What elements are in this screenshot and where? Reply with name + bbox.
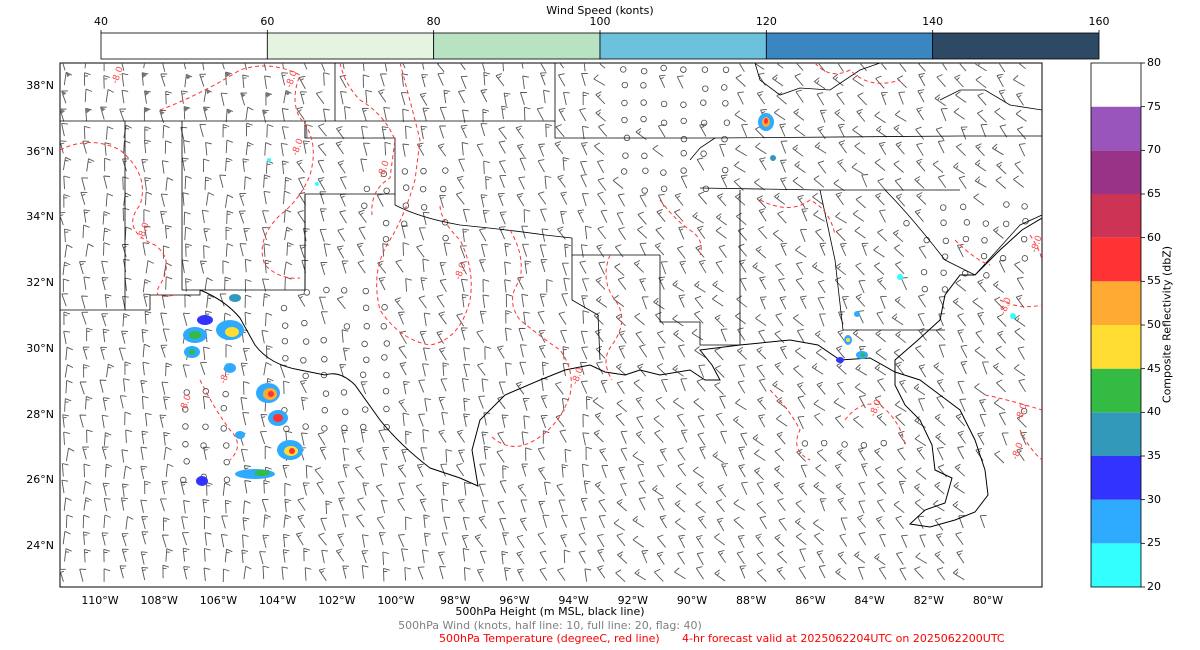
reflectivity-colorbar-segment: [1091, 106, 1141, 151]
reflectivity-colorbar-tick-label: 40: [1147, 405, 1161, 419]
reflectivity-colorbar-segment: [1091, 194, 1141, 238]
reflectivity-colorbar-tick-label: 20: [1147, 580, 1161, 593]
reflectivity-colorbar-segment: [1091, 281, 1141, 325]
reflectivity-colorbar-tick-label: 50: [1147, 318, 1161, 331]
temperature-label: 500hPa Temperature (degreeC, red line): [439, 632, 660, 645]
reflectivity-colorbar-tick-label: 70: [1147, 143, 1161, 157]
reflectivity-colorbar-tick-label: 30: [1147, 492, 1161, 506]
reflectivity-colorbar-tick-label: 35: [1147, 449, 1161, 462]
reflectivity-colorbar-tick-label: 45: [1147, 361, 1161, 375]
wind-label: 500hPa Wind (knots, half line: 10, full …: [398, 619, 702, 632]
reflectivity-colorbar-tick-label: 75: [1147, 99, 1161, 113]
reflectivity-colorbar-tick-label: 80: [1147, 56, 1161, 69]
reflectivity-colorbar-segment: [1091, 368, 1141, 413]
height-label: 500hPa Height (m MSL, black line): [455, 605, 645, 618]
reflectivity-colorbar-tick-label: 65: [1147, 187, 1161, 200]
reflectivity-colorbar-segment: [1091, 237, 1141, 282]
reflectivity-colorbar-segment: [1091, 325, 1141, 369]
reflectivity-colorbar-tick-label: 55: [1147, 274, 1161, 288]
forecast-label: 4-hr forecast valid at 2025062204UTC on …: [682, 632, 1005, 645]
reflectivity-colorbar-title: Composite Reflectivity (dbZ): [1160, 245, 1174, 404]
reflectivity-colorbar-tick-label: 25: [1147, 536, 1161, 550]
reflectivity-colorbar: [1090, 62, 1145, 588]
reflectivity-colorbar-segment: [1091, 150, 1141, 194]
reflectivity-colorbar-tick-label: 60: [1147, 230, 1161, 244]
reflectivity-colorbar-segment: [1091, 543, 1141, 587]
reflectivity-colorbar-segment: [1091, 499, 1141, 544]
reflectivity-colorbar-segment: [1091, 63, 1141, 107]
reflectivity-colorbar-segment: [1091, 412, 1141, 456]
reflectivity-colorbar-segment: [1091, 456, 1141, 500]
